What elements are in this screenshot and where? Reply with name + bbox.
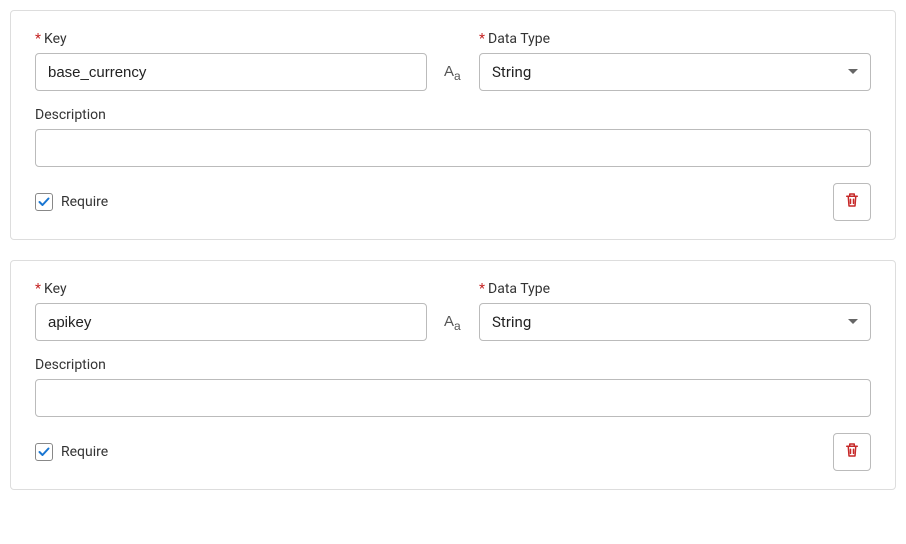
delete-button[interactable] — [833, 433, 871, 471]
bottom-row: Require — [35, 183, 871, 221]
key-label: Key — [44, 31, 67, 47]
svg-text:A: A — [444, 63, 454, 80]
parameter-card: * Key A a * Data Type String — [10, 10, 896, 240]
datatype-label-row: * Data Type — [479, 31, 871, 47]
description-input[interactable] — [35, 379, 871, 417]
require-checkbox[interactable] — [35, 193, 53, 211]
require-checkbox-wrap[interactable]: Require — [35, 193, 108, 211]
datatype-field: * Data Type String — [479, 281, 871, 341]
svg-text:a: a — [454, 319, 461, 333]
delete-button[interactable] — [833, 183, 871, 221]
required-asterisk: * — [35, 281, 41, 297]
datatype-field: * Data Type String — [479, 31, 871, 91]
datatype-value: String — [492, 313, 531, 331]
parameter-card: * Key A a * Data Type String — [10, 260, 896, 490]
required-asterisk: * — [479, 281, 485, 297]
key-field: * Key — [35, 31, 427, 91]
datatype-label: Data Type — [488, 281, 550, 297]
trash-icon — [843, 441, 861, 463]
datatype-label: Data Type — [488, 31, 550, 47]
datatype-select[interactable]: String — [479, 303, 871, 341]
description-label: Description — [35, 357, 871, 373]
trash-icon — [843, 191, 861, 213]
key-label-row: * Key — [35, 281, 427, 297]
datatype-label-row: * Data Type — [479, 281, 871, 297]
datatype-value: String — [492, 63, 531, 81]
require-checkbox-wrap[interactable]: Require — [35, 443, 108, 461]
datatype-select[interactable]: String — [479, 53, 871, 91]
key-label: Key — [44, 281, 67, 297]
required-asterisk: * — [479, 31, 485, 47]
description-section: Description — [35, 107, 871, 167]
key-input[interactable] — [35, 303, 427, 341]
description-input[interactable] — [35, 129, 871, 167]
top-row: * Key A a * Data Type String — [35, 281, 871, 341]
svg-text:a: a — [454, 69, 461, 83]
required-asterisk: * — [35, 31, 41, 47]
svg-text:A: A — [444, 313, 454, 330]
type-icon: A a — [439, 53, 467, 91]
bottom-row: Require — [35, 433, 871, 471]
description-section: Description — [35, 357, 871, 417]
require-label: Require — [61, 194, 108, 210]
key-label-row: * Key — [35, 31, 427, 47]
datatype-select-wrap: String — [479, 53, 871, 91]
description-label: Description — [35, 107, 871, 123]
key-input[interactable] — [35, 53, 427, 91]
type-icon: A a — [439, 303, 467, 341]
datatype-select-wrap: String — [479, 303, 871, 341]
key-field: * Key — [35, 281, 427, 341]
require-checkbox[interactable] — [35, 443, 53, 461]
require-label: Require — [61, 444, 108, 460]
top-row: * Key A a * Data Type String — [35, 31, 871, 91]
